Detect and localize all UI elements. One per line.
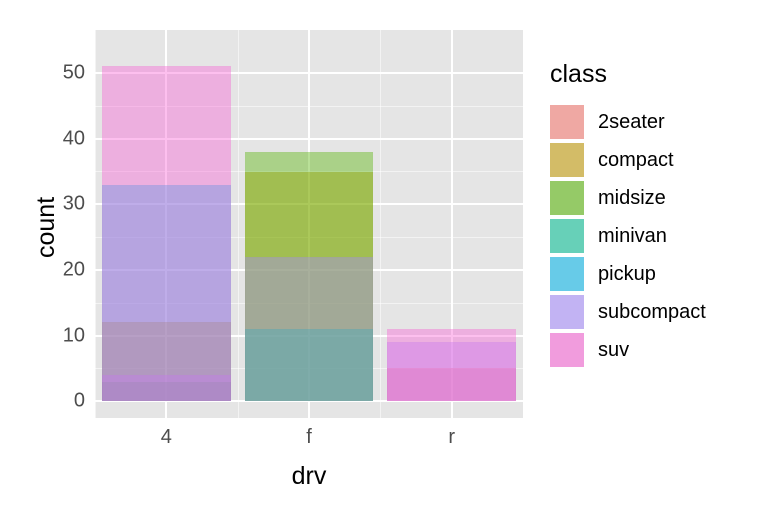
- legend-swatch: [550, 333, 584, 367]
- legend-label: minivan: [598, 225, 667, 248]
- y-tick-label: 0: [45, 390, 85, 413]
- bar-group: [245, 30, 373, 418]
- x-tick-label: f: [306, 426, 312, 449]
- y-tick-label: 20: [45, 258, 85, 281]
- legend-key: [550, 181, 584, 215]
- legend-key: [550, 257, 584, 291]
- legend-title: class: [550, 60, 706, 89]
- legend-label: pickup: [598, 263, 656, 286]
- legend-swatch: [550, 181, 584, 215]
- legend-label: compact: [598, 149, 674, 172]
- legend-swatch: [550, 105, 584, 139]
- x-tick-label: 4: [161, 426, 172, 449]
- legend-swatch: [550, 219, 584, 253]
- legend-item: 2seater: [550, 103, 706, 141]
- legend-item: subcompact: [550, 293, 706, 331]
- y-tick-label: 40: [45, 127, 85, 150]
- legend-item: midsize: [550, 179, 706, 217]
- grid-line-v-minor: [95, 30, 96, 418]
- legend-swatch: [550, 143, 584, 177]
- legend-item: pickup: [550, 255, 706, 293]
- legend-key: [550, 105, 584, 139]
- legend-label: 2seater: [598, 111, 665, 134]
- legend-label: suv: [598, 339, 629, 362]
- legend-swatch: [550, 257, 584, 291]
- legend-swatch: [550, 295, 584, 329]
- x-axis-title: drv: [292, 462, 327, 491]
- bar: [387, 329, 515, 401]
- bar-chart: count drv class 2seatercompactmidsizemin…: [0, 0, 768, 512]
- legend-key: [550, 333, 584, 367]
- legend: class 2seater compact midsize minivan pickup…: [550, 60, 706, 369]
- legend-key: [550, 143, 584, 177]
- grid-line-v-minor: [523, 30, 524, 418]
- legend-label: midsize: [598, 187, 666, 210]
- bar: [245, 257, 373, 401]
- legend-item: suv: [550, 331, 706, 369]
- y-tick-label: 30: [45, 193, 85, 216]
- bar: [102, 66, 230, 401]
- legend-label: subcompact: [598, 301, 706, 324]
- plot-panel: [95, 30, 523, 418]
- x-tick-label: r: [448, 426, 455, 449]
- bar-group: [387, 30, 515, 418]
- y-tick-label: 50: [45, 62, 85, 85]
- legend-item: minivan: [550, 217, 706, 255]
- y-tick-label: 10: [45, 324, 85, 347]
- grid-line-v-minor: [380, 30, 381, 418]
- legend-item: compact: [550, 141, 706, 179]
- legend-key: [550, 219, 584, 253]
- bar-group: [102, 30, 230, 418]
- legend-key: [550, 295, 584, 329]
- grid-line-v-minor: [238, 30, 239, 418]
